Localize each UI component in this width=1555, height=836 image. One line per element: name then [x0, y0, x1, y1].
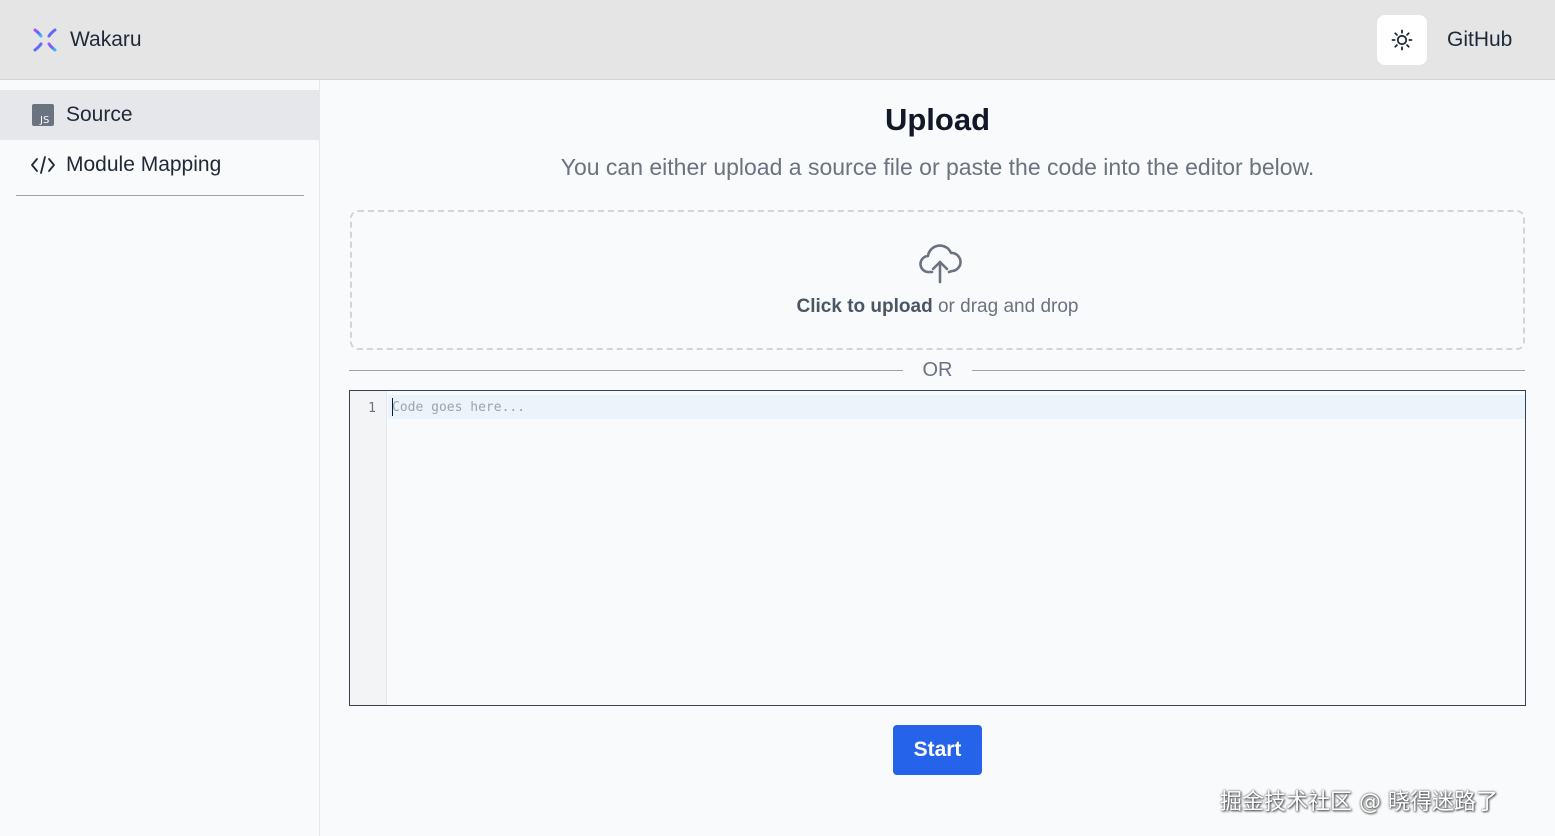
- or-label: OR: [922, 359, 953, 381]
- page-title: Upload: [884, 102, 991, 137]
- js-file-icon: JS: [30, 102, 56, 128]
- watermark-text: 掘金技术社区 @ 晓得迷路了: [1220, 790, 1498, 815]
- click-to-upload-link[interactable]: Click to upload: [797, 296, 933, 317]
- github-link[interactable]: GitHub: [1447, 28, 1512, 52]
- sidebar-divider: [16, 195, 304, 196]
- cloud-upload-icon: [919, 244, 962, 284]
- top-navbar: Wakaru GitHub: [0, 0, 1555, 80]
- code-editor[interactable]: 1 Code goes here...: [349, 390, 1526, 706]
- start-button[interactable]: Start: [893, 725, 982, 775]
- sidebar-item-label: Source: [66, 103, 133, 126]
- or-divider-right: [972, 370, 1525, 371]
- svg-text:JS: JS: [39, 115, 49, 126]
- sun-icon: [1391, 29, 1413, 51]
- page-subtitle: You can either upload a source file or p…: [560, 154, 1315, 180]
- code-icon: [30, 152, 56, 178]
- file-dropzone[interactable]: Click to upload or drag and drop: [350, 210, 1525, 350]
- line-number: 1: [368, 401, 376, 416]
- editor-gutter: 1: [350, 391, 387, 705]
- sidebar-item-module-mapping[interactable]: Module Mapping: [0, 140, 319, 190]
- wakaru-logo-icon[interactable]: [28, 23, 62, 57]
- main-content: Upload You can either upload a source fi…: [320, 80, 1555, 816]
- sidebar-item-source[interactable]: JS Source: [0, 90, 319, 140]
- theme-toggle-button[interactable]: [1377, 15, 1427, 65]
- editor-placeholder: Code goes here...: [392, 400, 526, 415]
- dropzone-text: Click to upload or drag and drop: [352, 296, 1523, 318]
- active-line-highlight: [388, 395, 1525, 419]
- text-cursor: [392, 398, 393, 416]
- brand-name[interactable]: Wakaru: [70, 28, 142, 52]
- or-divider-left: [349, 370, 903, 371]
- sidebar-item-label: Module Mapping: [66, 153, 222, 176]
- sidebar: JS Source Module Mapping: [0, 80, 320, 836]
- drag-drop-text: or drag and drop: [932, 296, 1079, 317]
